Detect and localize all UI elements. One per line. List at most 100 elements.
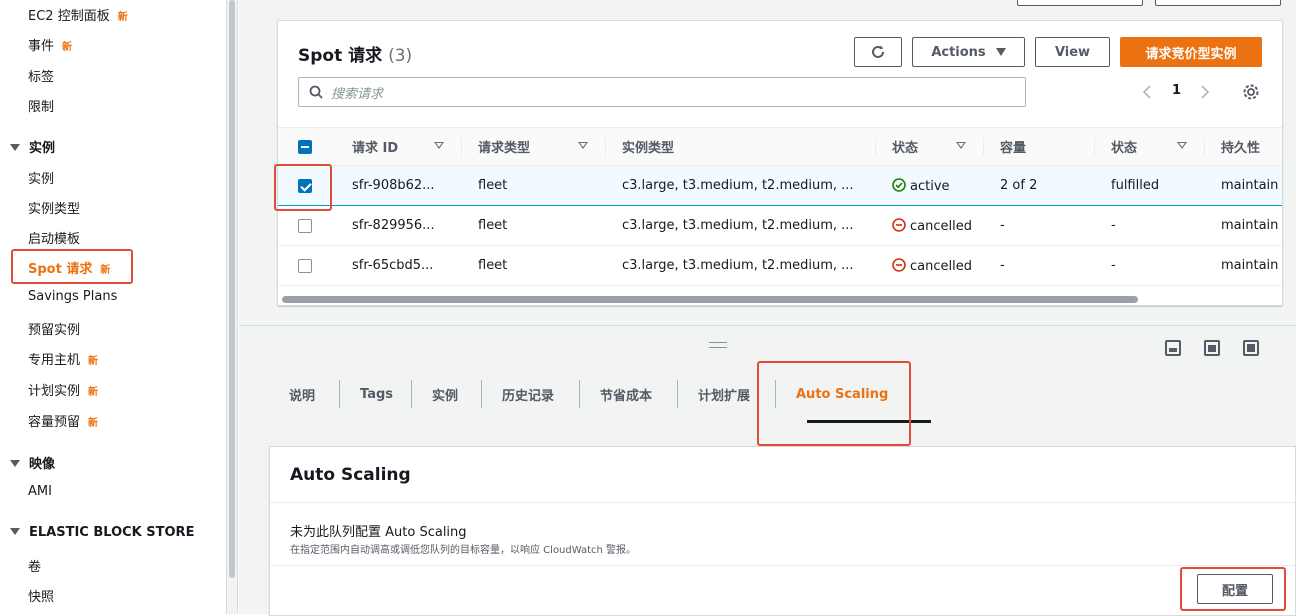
sidebar-item-reserved-instances[interactable]: 预留实例 bbox=[28, 319, 80, 338]
capacity-cell: - bbox=[984, 245, 1095, 286]
sidebar-section-label: ELASTIC BLOCK STORE bbox=[29, 525, 195, 540]
request-id-link[interactable]: sfr-908b62... bbox=[336, 165, 462, 206]
table-row[interactable]: sfr-829956... fleet c3.large, t3.medium,… bbox=[278, 205, 1282, 246]
column-header-label: 请求类型 bbox=[478, 141, 531, 156]
column-header-capacity[interactable]: 容量 bbox=[984, 127, 1095, 166]
table-row[interactable]: sfr-908b62... fleet c3.large, t3.medium,… bbox=[278, 165, 1282, 206]
search-input[interactable]: 搜索请求 bbox=[331, 83, 383, 102]
sidebar-item-tags[interactable]: 标签 bbox=[28, 66, 54, 85]
sidebar-item-scheduled-instances[interactable]: 计划实例新 bbox=[28, 380, 98, 399]
sidebar-section-ebs[interactable]: ELASTIC BLOCK STORE bbox=[10, 525, 194, 540]
table-row[interactable]: sfr-65cbd5... fleet c3.large, t3.medium,… bbox=[278, 245, 1282, 286]
chevron-left-icon[interactable] bbox=[1142, 84, 1152, 100]
tab-instances[interactable]: 实例 bbox=[412, 378, 478, 410]
gear-icon[interactable] bbox=[1242, 83, 1260, 101]
tab-tags[interactable]: Tags bbox=[340, 378, 413, 410]
sidebar-item-launch-templates[interactable]: 启动模板 bbox=[28, 228, 80, 247]
instance-type-cell: c3.large, t3.medium, t2.medium, ... bbox=[606, 245, 876, 286]
state-label: cancelled bbox=[910, 258, 972, 274]
request-type-cell: fleet bbox=[462, 205, 606, 246]
instance-type-cell: c3.large, t3.medium, t2.medium, ... bbox=[606, 165, 876, 206]
view-split-panel-icon[interactable] bbox=[1204, 340, 1220, 356]
sidebar-item-label: 容量预留 bbox=[28, 415, 81, 430]
sidebar: EC2 控制面板新 事件新 标签 限制 实例 实例 实例类型 启动模板 Spot… bbox=[0, 0, 224, 614]
state-cell: active bbox=[876, 165, 984, 206]
actions-button[interactable]: Actions bbox=[912, 37, 1025, 67]
column-header-request-type[interactable]: 请求类型 bbox=[462, 127, 606, 166]
page-title: Spot 请求 (3) bbox=[298, 41, 412, 66]
new-badge: 新 bbox=[88, 387, 99, 398]
tab-history[interactable]: 历史记录 bbox=[482, 378, 574, 410]
request-type-cell: fleet bbox=[462, 165, 606, 206]
view-button[interactable]: View bbox=[1035, 37, 1110, 67]
sidebar-item-ec2-dashboard[interactable]: EC2 控制面板新 bbox=[28, 5, 128, 24]
sidebar-section-instances[interactable]: 实例 bbox=[10, 137, 55, 156]
instance-type-cell: c3.large, t3.medium, t2.medium, ... bbox=[606, 205, 876, 246]
refresh-button[interactable] bbox=[854, 37, 902, 67]
refresh-icon bbox=[872, 45, 884, 58]
capacity-cell: 2 of 2 bbox=[984, 165, 1095, 206]
view-full-panel-icon[interactable] bbox=[1243, 340, 1259, 356]
sort-icon[interactable] bbox=[1177, 142, 1187, 149]
caret-down-icon bbox=[10, 528, 20, 535]
row-checkbox[interactable] bbox=[298, 218, 312, 233]
sidebar-item-savings-plans[interactable]: Savings Plans bbox=[28, 289, 117, 304]
sidebar-item-instance-types[interactable]: 实例类型 bbox=[28, 198, 80, 217]
row-checkbox[interactable] bbox=[298, 258, 312, 273]
search-field[interactable]: 搜索请求 bbox=[298, 77, 1026, 107]
column-header-request-id[interactable]: 请求 ID bbox=[336, 127, 462, 166]
state-cell: cancelled bbox=[876, 245, 984, 286]
select-all-header[interactable] bbox=[278, 127, 336, 166]
sidebar-item-events[interactable]: 事件新 bbox=[28, 35, 72, 54]
sidebar-item-limits[interactable]: 限制 bbox=[28, 96, 54, 115]
spot-requests-table: 请求 ID 请求类型 实例类型 状态 容量 状态 持久性 sfr-908b62.… bbox=[278, 127, 1282, 286]
sidebar-section-label: 实例 bbox=[29, 141, 56, 156]
table-header-row: 请求 ID 请求类型 实例类型 状态 容量 状态 持久性 bbox=[278, 127, 1282, 166]
auto-scaling-message: 未为此队列配置 Auto Scaling bbox=[290, 525, 467, 540]
persistence-cell: maintain bbox=[1205, 205, 1282, 246]
column-header-status[interactable]: 状态 bbox=[1095, 127, 1205, 166]
drag-handle-icon[interactable] bbox=[709, 342, 727, 348]
page-number[interactable]: 1 bbox=[1172, 83, 1181, 98]
row-select-cell[interactable] bbox=[278, 205, 336, 246]
request-id-link[interactable]: sfr-65cbd5... bbox=[336, 245, 462, 286]
caret-down-icon bbox=[995, 48, 1006, 56]
check-circle-icon bbox=[892, 177, 906, 192]
row-select-cell[interactable] bbox=[278, 245, 336, 286]
new-badge: 新 bbox=[88, 418, 99, 429]
state-label: active bbox=[910, 178, 950, 194]
sort-icon[interactable] bbox=[956, 142, 966, 149]
column-header-state[interactable]: 状态 bbox=[876, 127, 984, 166]
sidebar-item-label: 事件 bbox=[28, 39, 55, 54]
sidebar-item-volumes[interactable]: 卷 bbox=[28, 556, 41, 575]
top-button[interactable] bbox=[1017, 0, 1143, 6]
column-header-label: 实例类型 bbox=[622, 141, 675, 156]
sidebar-section-images[interactable]: 映像 bbox=[10, 453, 55, 472]
select-all-checkbox[interactable] bbox=[298, 139, 312, 154]
sidebar-item-ami[interactable]: AMI bbox=[28, 484, 52, 499]
sidebar-item-snapshots[interactable]: 快照 bbox=[28, 586, 54, 605]
table-horizontal-scrollbar[interactable] bbox=[282, 296, 1138, 303]
minus-circle-icon bbox=[892, 257, 906, 272]
request-id-link[interactable]: sfr-829956... bbox=[336, 205, 462, 246]
column-header-instance-type[interactable]: 实例类型 bbox=[606, 127, 876, 166]
new-badge: 新 bbox=[62, 42, 73, 53]
sidebar-item-capacity-reservations[interactable]: 容量预留新 bbox=[28, 411, 98, 430]
top-button[interactable] bbox=[1155, 0, 1281, 6]
sort-icon[interactable] bbox=[578, 142, 588, 149]
sidebar-item-dedicated-hosts[interactable]: 专用主机新 bbox=[28, 349, 98, 368]
tab-savings[interactable]: 节省成本 bbox=[580, 378, 672, 410]
column-header-persistence[interactable]: 持久性 bbox=[1205, 127, 1282, 166]
sidebar-item-label: 专用主机 bbox=[28, 353, 81, 368]
sidebar-item-instances[interactable]: 实例 bbox=[28, 168, 54, 187]
column-header-label: 状态 bbox=[892, 141, 919, 156]
tab-description[interactable]: 说明 bbox=[269, 378, 335, 410]
sort-icon[interactable] bbox=[434, 142, 444, 149]
request-spot-instances-button[interactable]: 请求竞价型实例 bbox=[1120, 37, 1262, 67]
panel-title-text: Spot 请求 bbox=[298, 46, 383, 66]
view-bottom-panel-icon[interactable] bbox=[1165, 340, 1181, 356]
column-header-label: 持久性 bbox=[1221, 141, 1261, 156]
state-label: cancelled bbox=[910, 218, 972, 234]
chevron-right-icon[interactable] bbox=[1200, 84, 1210, 100]
sidebar-scrollbar[interactable] bbox=[229, 0, 235, 578]
